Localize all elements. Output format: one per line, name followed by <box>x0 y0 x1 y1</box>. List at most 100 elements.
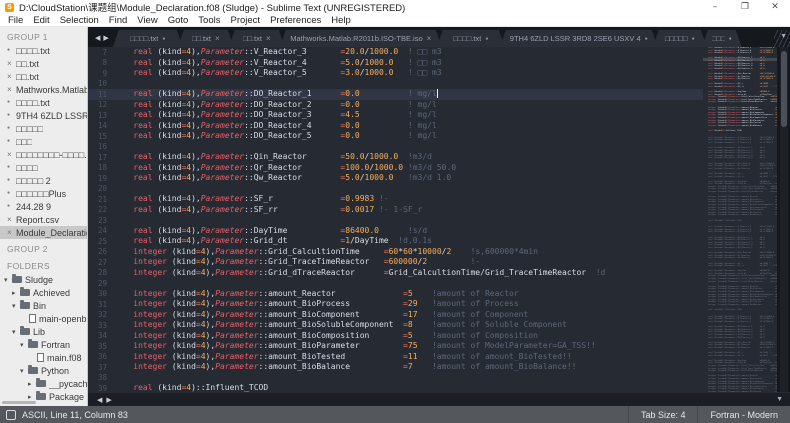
menu-preferences[interactable]: Preferences <box>265 15 326 26</box>
tree-item-bin[interactable]: ▾Bin <box>0 299 87 312</box>
tree-item-__pycache_[interactable]: ▸__pycache_ <box>0 377 87 390</box>
menu-find[interactable]: Find <box>104 15 132 26</box>
tab-mathworks-matlab-r2011b-iso-tbe-iso[interactable]: Mathworks.Matlab.R2011b.ISO-TBE.iso× <box>280 30 442 47</box>
tab--[interactable]: □□□□□● <box>653 30 707 47</box>
code-line[interactable]: 21 real (kind=4),Parameter::SF_r =0.9983… <box>88 194 703 205</box>
tree-item-lib[interactable]: ▾Lib <box>0 325 87 338</box>
open-file-item[interactable]: ●□□□□□ <box>0 122 87 135</box>
code-line[interactable]: 10 <box>88 79 703 90</box>
open-file-item[interactable]: ×□□.txt <box>0 70 87 83</box>
hscroll-right-icon[interactable]: ▶ <box>106 396 111 404</box>
tab--txt[interactable]: □□.txt× <box>178 30 234 47</box>
chevron-right-icon[interactable]: ▸ <box>28 393 36 401</box>
code-line[interactable]: 38 <box>88 373 703 384</box>
code-line[interactable]: 23 <box>88 215 703 226</box>
menu-selection[interactable]: Selection <box>55 15 104 26</box>
tab-modified-dot-icon[interactable]: ● <box>692 35 695 43</box>
code-line[interactable]: 28 integer (kind=4),Parameter::Grid_dTra… <box>88 268 703 279</box>
code-line[interactable]: 8 real (kind=4),Parameter::V_Reactor_4 =… <box>88 58 703 69</box>
code-line[interactable]: 9 real (kind=4),Parameter::V_Reactor_5 =… <box>88 68 703 79</box>
tab--txt[interactable]: □□□□.txt● <box>113 30 183 47</box>
horizontal-scrollbar[interactable]: ◀ ▶ ▼ <box>88 392 790 406</box>
code-line[interactable]: 19 real (kind=4),Parameter::Qw_Reactor =… <box>88 173 703 184</box>
status-console-icon[interactable] <box>6 410 16 420</box>
tab-next-icon[interactable]: ▶ <box>103 34 108 42</box>
code-line[interactable]: 25 real (kind=4),Parameter::Grid_dt =1/D… <box>88 236 703 247</box>
close-file-icon[interactable]: × <box>7 213 16 226</box>
open-file-item[interactable]: ●9TH4 6ZLD LSSR 3RD <box>0 109 87 122</box>
open-file-item[interactable]: ×Mathworks.Matlab.R2 <box>0 83 87 96</box>
tree-item-main.f08[interactable]: main.f08 <box>0 351 87 364</box>
menu-goto[interactable]: Goto <box>163 15 194 26</box>
open-file-item[interactable]: ●□□□□□ 2 <box>0 174 87 187</box>
minimize-button[interactable]: – <box>700 0 730 14</box>
code-line[interactable]: 24 real (kind=4),Parameter::DayTime =864… <box>88 226 703 237</box>
code-line[interactable]: 15 real (kind=4),Parameter::DO_Reactor_5… <box>88 131 703 142</box>
code-line[interactable]: 30 integer (kind=4),Parameter::amount_Re… <box>88 289 703 300</box>
menu-help[interactable]: Help <box>326 15 356 26</box>
code-line[interactable]: 39 real (kind=4)::Influent_TCOD <box>88 383 703 392</box>
code-line[interactable]: 29 <box>88 278 703 289</box>
close-button[interactable]: ✕ <box>760 0 790 14</box>
tree-item-python[interactable]: ▾Python <box>0 364 87 377</box>
menu-file[interactable]: File <box>3 15 28 26</box>
vertical-scrollbar-thumb[interactable] <box>781 51 787 127</box>
tree-item-sludge[interactable]: ▾Sludge <box>0 273 87 286</box>
open-file-item[interactable]: ●□□□ <box>0 135 87 148</box>
code-line[interactable]: 14 real (kind=4),Parameter::DO_Reactor_4… <box>88 121 703 132</box>
code-line[interactable]: 34 integer (kind=4),Parameter::amount_Bi… <box>88 331 703 342</box>
chevron-down-icon[interactable]: ▾ <box>12 328 20 336</box>
chevron-down-icon[interactable]: ▾ <box>20 341 28 349</box>
restore-button[interactable]: ❐ <box>730 0 760 14</box>
chevron-right-icon[interactable]: ▸ <box>12 289 20 297</box>
tab-prev-icon[interactable]: ◀ <box>95 34 100 42</box>
open-file-item[interactable]: ●244.28 9 <box>0 200 87 213</box>
code-line[interactable]: 17 real (kind=4),Parameter::Qin_Reactor … <box>88 152 703 163</box>
close-file-icon[interactable]: × <box>7 226 16 239</box>
minimap[interactable]: real (kind=4),Parameter::V_Reactor_3 =20… <box>703 47 777 392</box>
tab-9th4-6zld-lssr-3rd8-2se6-usxv-4guy-rdtz[interactable]: 9TH4 6ZLD LSSR 3RD8 2SE6 USXV 4GUY RDTZ● <box>500 30 658 47</box>
tree-item-fortran[interactable]: ▾Fortran <box>0 338 87 351</box>
open-file-item[interactable]: ●□□□□.txt <box>0 96 87 109</box>
open-file-item[interactable]: ●□□□□.txt <box>0 44 87 57</box>
close-file-icon[interactable]: × <box>7 83 16 96</box>
code-line[interactable]: 37 integer (kind=4),Parameter::amount_Bi… <box>88 362 703 373</box>
open-file-item[interactable]: ×□□□□□□□□-□□□□.txt <box>0 148 87 161</box>
code-area[interactable]: 7 real (kind=4),Parameter::V_Reactor_3 =… <box>88 47 703 392</box>
menu-edit[interactable]: Edit <box>28 15 54 26</box>
syntax-setting[interactable]: Fortran - Modern <box>697 406 790 423</box>
tree-item-main-openbl[interactable]: main-openbl <box>0 312 87 325</box>
tab--[interactable]: □□□● <box>702 30 742 47</box>
code-line[interactable]: 22 real (kind=4),Parameter::SF_rr =0.001… <box>88 205 703 216</box>
menu-tools[interactable]: Tools <box>193 15 225 26</box>
tab-modified-dot-icon[interactable]: ● <box>729 35 732 43</box>
bottom-overflow-icon[interactable]: ▼ <box>776 396 783 403</box>
open-file-item[interactable]: ●□□□□ <box>0 161 87 174</box>
code-line[interactable]: 12 real (kind=4),Parameter::DO_Reactor_2… <box>88 100 703 111</box>
hscroll-left-icon[interactable]: ◀ <box>97 396 102 404</box>
code-line[interactable]: 32 integer (kind=4),Parameter::amount_Bi… <box>88 310 703 321</box>
tab-size-setting[interactable]: Tab Size: 4 <box>628 406 698 423</box>
vertical-scrollbar[interactable] <box>780 47 788 392</box>
menu-project[interactable]: Project <box>225 15 265 26</box>
open-file-item[interactable]: ×□□.txt <box>0 57 87 70</box>
tab-close-icon[interactable]: × <box>427 35 432 43</box>
code-line[interactable]: 18 real (kind=4),Parameter::Qr_Reactor =… <box>88 163 703 174</box>
tab--txt[interactable]: □□□□.txt● <box>437 30 505 47</box>
chevron-right-icon[interactable]: ▸ <box>28 380 36 388</box>
code-line[interactable]: 7 real (kind=4),Parameter::V_Reactor_3 =… <box>88 47 703 58</box>
close-file-icon[interactable]: × <box>7 57 16 70</box>
code-line[interactable]: 31 integer (kind=4),Parameter::amount_Bi… <box>88 299 703 310</box>
tab-modified-dot-icon[interactable]: ● <box>162 35 165 43</box>
menu-view[interactable]: View <box>132 15 162 26</box>
chevron-down-icon[interactable]: ▾ <box>12 302 20 310</box>
chevron-down-icon[interactable]: ▾ <box>4 276 12 284</box>
code-line[interactable]: 27 integer (kind=4),Parameter::Grid_Trac… <box>88 257 703 268</box>
close-file-icon[interactable]: × <box>7 70 16 83</box>
code-line[interactable]: 13 real (kind=4),Parameter::DO_Reactor_3… <box>88 110 703 121</box>
close-file-icon[interactable]: × <box>7 148 16 161</box>
open-file-item[interactable]: ×Module_Declaration.f0 <box>0 226 87 239</box>
code-line[interactable]: 36 integer (kind=4),Parameter::amount_Bi… <box>88 352 703 363</box>
caret-position[interactable]: ASCII, Line 11, Column 83 <box>22 410 128 420</box>
code-line[interactable]: 20 <box>88 184 703 195</box>
